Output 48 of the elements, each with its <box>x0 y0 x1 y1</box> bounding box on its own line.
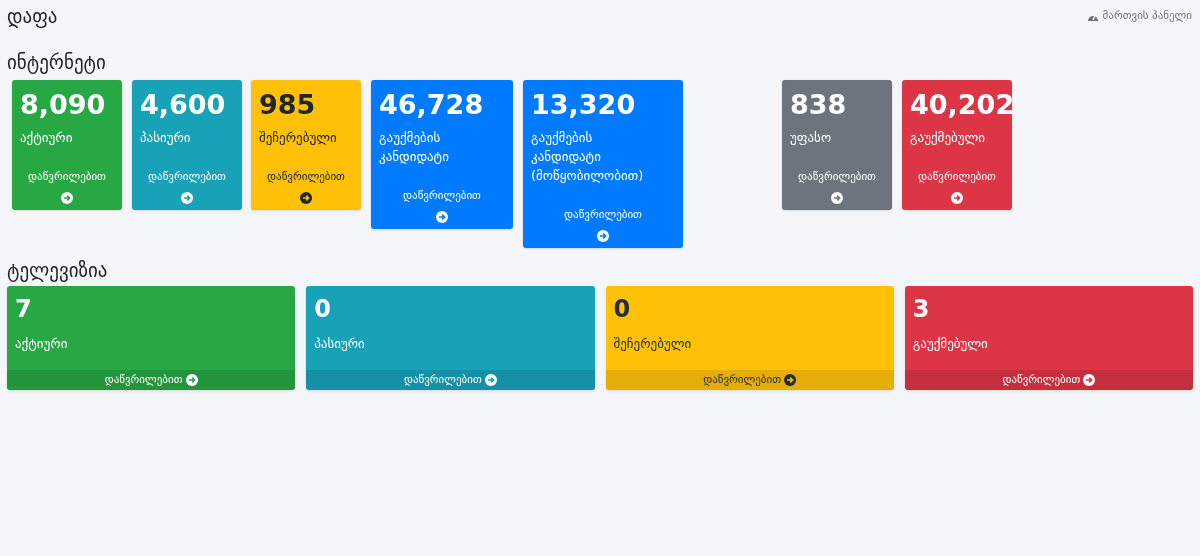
more-info-link[interactable]: დაწვრილებით <box>7 370 296 390</box>
stat-label: უფასო <box>790 129 832 147</box>
stat-label: აქტიური <box>20 129 73 147</box>
stat-value: 7 <box>14 294 33 324</box>
stat-label: გაუქმებული <box>910 129 986 147</box>
more-info-link[interactable]: დაწვრილებით <box>605 370 894 390</box>
stat-value: 0 <box>313 294 332 324</box>
stat-label: შეჩერებული <box>259 129 337 147</box>
more-info-link[interactable]: დაწვრილებით <box>28 167 106 186</box>
arrow-circle-icon <box>185 374 198 386</box>
stat-label: გაუქმების კანდიდატი <box>379 129 449 166</box>
stat-value: 985 <box>258 90 317 120</box>
section-title: ინტერნეტი <box>6 50 107 74</box>
more-info-link[interactable]: დაწვრილებით <box>918 167 996 186</box>
stat-label: პასიური <box>313 335 366 353</box>
stat-value: 838 <box>789 90 848 120</box>
stat-label: შეჩერებული <box>612 335 693 353</box>
more-info-link[interactable]: დაწვრილებით <box>798 167 876 186</box>
more-info-link[interactable]: დაწვრილებით <box>564 205 642 224</box>
arrow-circle-icon <box>436 211 448 223</box>
more-info-link[interactable]: დაწვრილებით <box>267 167 345 186</box>
arrow-circle-icon <box>181 192 193 204</box>
stat-label: პასიური <box>140 129 191 147</box>
stat-value: 3 <box>911 294 931 324</box>
arrow-circle-icon <box>1083 374 1096 386</box>
stat-value: 0 <box>612 294 632 324</box>
stat-label: გაუქმების კანდიდატი (მოწყობილობით) <box>531 129 644 185</box>
arrow-circle-icon <box>61 192 73 204</box>
arrow-circle-icon <box>784 374 797 386</box>
stat-value: 4,600 <box>139 90 227 120</box>
arrow-circle-icon <box>597 230 609 242</box>
more-info-link[interactable]: დაწვრილებით <box>403 186 481 205</box>
stat-value: 40,202 <box>909 90 1012 120</box>
stat-value: 8,090 <box>19 90 107 120</box>
more-info-link[interactable]: დაწვრილებით <box>148 167 226 186</box>
arrow-circle-icon <box>951 192 963 204</box>
section-title: ტელევიზია <box>6 258 109 282</box>
more-info-link[interactable]: დაწვრილებით <box>904 370 1193 390</box>
stat-value: 46,728 <box>378 90 485 120</box>
page-title: დაფა <box>7 4 58 28</box>
stat-label: აქტიური <box>14 335 69 353</box>
arrow-circle-icon <box>300 192 312 204</box>
arrow-circle-icon <box>484 374 497 386</box>
breadcrumb-link[interactable]: მართვის პანელი <box>1102 8 1192 25</box>
more-info-link[interactable]: დაწვრილებით <box>306 370 595 390</box>
stat-value: 13,320 <box>530 90 637 120</box>
arrow-circle-icon <box>831 192 843 204</box>
stat-label: გაუქმებული <box>911 335 989 353</box>
